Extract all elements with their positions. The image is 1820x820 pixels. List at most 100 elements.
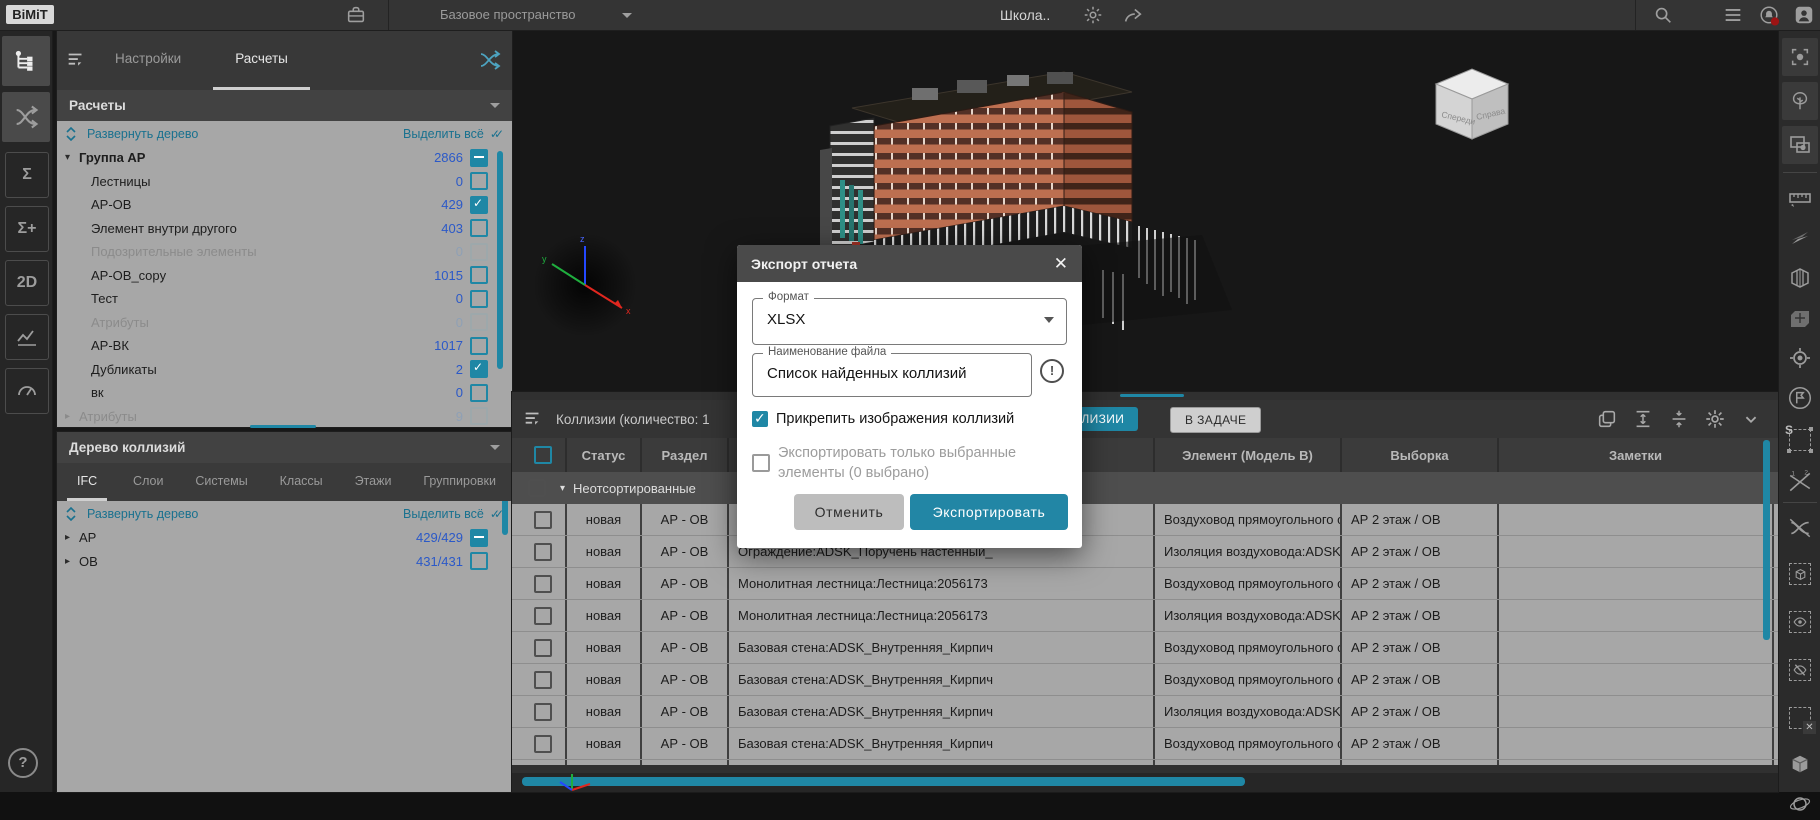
collision-pair-button[interactable]: 12 xyxy=(1784,466,1816,498)
group-caret-icon[interactable]: ▾ xyxy=(560,483,565,494)
navigation-cube[interactable]: Спереди Справа xyxy=(1424,60,1519,145)
attach-images-option[interactable]: Прикрепить изображения коллизий xyxy=(752,410,1014,427)
table-row[interactable]: новая АР - ОВ Ограждение:ADSK_Поручень н… xyxy=(512,536,1778,568)
table-row[interactable]: новая АР - ОВ Базовая стена:ADSK_Внутрен… xyxy=(512,696,1778,728)
format-select[interactable]: Формат XLSX xyxy=(752,291,1067,345)
select-all-button[interactable]: Выделить всё xyxy=(403,507,484,521)
fit-view-button[interactable] xyxy=(1782,38,1818,76)
measure-button[interactable] xyxy=(1784,182,1816,214)
environment-button[interactable] xyxy=(1782,82,1818,120)
column-selection[interactable]: Выборка xyxy=(1342,438,1499,472)
tree-row[interactable]: АР-ВК 1017 xyxy=(57,334,512,358)
panel-menu-icon[interactable] xyxy=(65,49,87,71)
export-button[interactable]: Экспортировать xyxy=(910,494,1068,530)
expand-tree-icon[interactable] xyxy=(65,506,77,521)
row-checkbox[interactable] xyxy=(533,606,552,625)
hide-collision-button[interactable] xyxy=(1784,512,1816,544)
tree-arrow-icon[interactable]: ▸ xyxy=(65,532,79,543)
clash-flash-button[interactable] xyxy=(1784,222,1816,254)
solid-mode-button[interactable] xyxy=(1784,748,1816,780)
table-menu-icon[interactable] xyxy=(522,408,544,430)
view-2d-button[interactable]: 2D xyxy=(5,260,49,306)
tree-arrow-icon[interactable]: ▸ xyxy=(65,411,79,422)
tree-row-checkbox[interactable] xyxy=(470,148,488,167)
table-resize-handle[interactable] xyxy=(1120,394,1184,397)
hide-element-button[interactable] xyxy=(1784,654,1816,686)
section-box-button[interactable] xyxy=(1784,262,1816,294)
workspace-selector[interactable]: Базовое пространство xyxy=(440,0,576,30)
row-checkbox[interactable] xyxy=(533,702,552,721)
column-section[interactable]: Раздел xyxy=(642,438,729,472)
tree-row[interactable]: вк 0 xyxy=(57,381,512,405)
tree-row[interactable]: Подозрительные элементы 0 xyxy=(57,240,512,264)
tab-classes[interactable]: Классы xyxy=(274,463,329,501)
tab-layers[interactable]: Слои xyxy=(127,463,169,501)
tree-row-checkbox[interactable] xyxy=(470,172,488,191)
export-selected-checkbox[interactable] xyxy=(752,454,770,472)
panel-resize-handle[interactable] xyxy=(250,425,316,428)
tree-row-checkbox[interactable] xyxy=(470,407,488,426)
column-status[interactable]: Статус xyxy=(567,438,642,472)
table-row[interactable]: новая АР - ОВ Базовая стена:ADSK_Внутрен… xyxy=(512,728,1778,760)
floorplan-button[interactable] xyxy=(1784,302,1816,334)
tree-row-checkbox[interactable] xyxy=(470,195,488,214)
tree-row[interactable]: Дубликаты 2 xyxy=(57,358,512,382)
tree-row[interactable]: ▾ Группа АР 2866 xyxy=(57,146,512,170)
table-group-row[interactable]: ▾ Неотсортированные xyxy=(512,472,1778,504)
gauge-button[interactable] xyxy=(5,368,49,414)
tab-systems[interactable]: Системы xyxy=(189,463,253,501)
clear-selection-button[interactable]: ✕ xyxy=(1784,702,1816,734)
table-settings-gear-icon[interactable] xyxy=(1704,408,1726,430)
select-all-checkbox[interactable] xyxy=(533,446,552,464)
expand-tree-icon[interactable] xyxy=(65,126,77,141)
locate-button[interactable] xyxy=(1784,342,1816,374)
tree-row-checkbox[interactable] xyxy=(470,360,488,379)
tree-row-checkbox[interactable] xyxy=(470,313,488,332)
match-collisions-icon[interactable] xyxy=(478,48,502,72)
tab-settings[interactable]: Настройки xyxy=(109,30,187,90)
fit-rows-icon[interactable] xyxy=(1668,408,1690,430)
collision-tree-scrollbar[interactable] xyxy=(502,501,508,535)
tree-row[interactable]: ▸ ОВ 431/431 xyxy=(57,550,512,574)
tree-row[interactable]: ▸ Атрибуты 9 xyxy=(57,405,512,428)
tree-row[interactable]: Лестницы 0 xyxy=(57,170,512,194)
tree-row[interactable]: Элемент внутри другого 403 xyxy=(57,217,512,241)
isolate-element-button[interactable] xyxy=(1784,558,1816,590)
app-logo[interactable]: BiMiT xyxy=(6,5,54,24)
flag-button[interactable] xyxy=(1784,382,1816,414)
tree-row-checkbox[interactable] xyxy=(470,528,488,547)
help-button[interactable]: ? xyxy=(8,748,38,778)
tab-ifc[interactable]: IFC xyxy=(67,463,108,501)
group-checkbox[interactable] xyxy=(528,479,546,497)
tree-arrow-icon[interactable]: ▾ xyxy=(65,152,79,163)
table-row[interactable]: новая АР - ОВ Базовая стена:ADSK_Внутрен… xyxy=(512,664,1778,696)
tree-row-checkbox[interactable] xyxy=(470,242,488,261)
in-task-button[interactable]: В ЗАДАЧЕ xyxy=(1170,407,1262,433)
calc-tree-scrollbar[interactable] xyxy=(497,151,503,369)
chart-button[interactable] xyxy=(5,314,49,360)
show-element-button[interactable] xyxy=(1784,606,1816,638)
tree-row-checkbox[interactable] xyxy=(470,383,488,402)
user-avatar-icon[interactable] xyxy=(1793,4,1815,26)
expand-tree-button[interactable]: Развернуть дерево xyxy=(87,127,198,141)
table-row[interactable]: новая АР - ОВ Монолитная лестница:Лестни… xyxy=(512,568,1778,600)
column-element-b[interactable]: Элемент (Модель B) xyxy=(1155,438,1342,472)
tree-row[interactable]: Атрибуты 0 xyxy=(57,311,512,335)
row-checkbox[interactable] xyxy=(533,574,552,593)
menu-list-icon[interactable] xyxy=(1722,4,1744,26)
row-height-icon[interactable] xyxy=(1632,408,1654,430)
tree-row[interactable]: ▸ АР 429/429 xyxy=(57,526,512,550)
calc-section-header[interactable]: Расчеты xyxy=(57,90,512,121)
tree-arrow-icon[interactable]: ▸ xyxy=(65,556,79,567)
tree-row-checkbox[interactable] xyxy=(470,336,488,355)
tree-row-checkbox[interactable] xyxy=(470,552,488,571)
search-icon[interactable] xyxy=(1652,4,1674,26)
selection-set-button[interactable]: S xyxy=(1784,423,1816,456)
tree-row[interactable]: Тест 0 xyxy=(57,287,512,311)
tree-row-checkbox[interactable] xyxy=(470,266,488,285)
gear-icon[interactable] xyxy=(1082,4,1104,26)
table-vertical-scrollbar[interactable] xyxy=(1763,440,1770,640)
model-tree-button[interactable] xyxy=(2,36,50,86)
tab-groupings[interactable]: Группировки xyxy=(417,463,502,501)
collision-tree-header[interactable]: Дерево коллизий xyxy=(57,432,512,463)
